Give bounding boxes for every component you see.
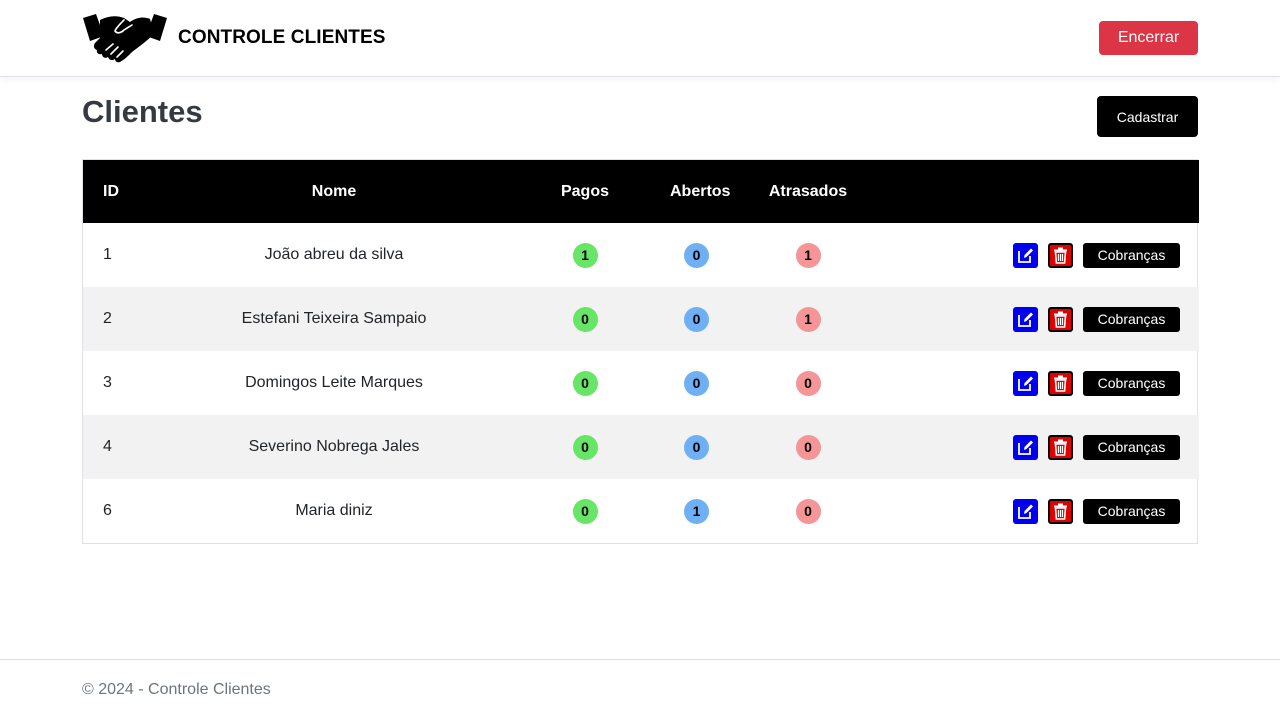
cell-nome: Severino Nobrega Jales — [248, 438, 420, 455]
brand[interactable]: CONTROLE CLIENTES — [82, 12, 386, 64]
footer-copyright: © 2024 - Controle Clientes — [82, 681, 271, 698]
trash-icon[interactable] — [1048, 498, 1073, 524]
table-row: 1 João abreu da silva 1 0 1 Cobranças — [83, 223, 1199, 287]
abertos-badge: 1 — [684, 498, 709, 524]
cobrancas-button[interactable]: Cobranças — [1083, 306, 1180, 332]
handshake-icon — [82, 12, 168, 64]
cobrancas-button[interactable]: Cobranças — [1083, 498, 1180, 524]
pagos-badge: 1 — [572, 242, 598, 268]
trash-icon[interactable] — [1048, 242, 1073, 268]
trash-icon[interactable] — [1048, 306, 1073, 332]
header-id: ID — [103, 182, 119, 200]
cobrancas-button[interactable]: Cobranças — [1083, 434, 1180, 460]
header-nome: Nome — [311, 182, 357, 200]
edit-icon[interactable] — [1013, 434, 1038, 460]
table-header-row: ID Nome Pagos Abertos Atrasados — [83, 160, 1199, 223]
table-row: 4 Severino Nobrega Jales 0 0 0 Cobranças — [83, 415, 1199, 479]
atrasados-badge: 0 — [795, 498, 821, 524]
trash-icon[interactable] — [1048, 434, 1073, 460]
atrasados-badge: 1 — [795, 242, 821, 268]
cobrancas-button[interactable]: Cobranças — [1083, 242, 1180, 268]
navbar: CONTROLE CLIENTES Encerrar — [0, 0, 1280, 77]
cell-nome: Estefani Teixeira Sampaio — [241, 310, 427, 327]
edit-icon[interactable] — [1013, 306, 1038, 332]
logout-button[interactable]: Encerrar — [1099, 21, 1198, 55]
edit-icon[interactable] — [1013, 370, 1038, 396]
cell-id: 1 — [103, 246, 112, 263]
row-actions: Cobranças — [893, 370, 1199, 396]
pagos-badge: 0 — [572, 498, 598, 524]
brand-name: CONTROLE CLIENTES — [178, 27, 386, 48]
pagos-badge: 0 — [572, 370, 598, 396]
atrasados-badge: 0 — [795, 370, 821, 396]
edit-icon[interactable] — [1013, 242, 1038, 268]
row-actions: Cobranças — [893, 306, 1199, 332]
create-client-button[interactable]: Cadastrar — [1097, 96, 1198, 137]
table-row: 6 Maria diniz 0 1 0 Cobranças — [83, 479, 1199, 543]
atrasados-badge: 0 — [795, 434, 821, 460]
header-atrasados: Atrasados — [768, 182, 848, 200]
cell-nome: Domingos Leite Marques — [245, 374, 423, 391]
pagos-badge: 0 — [572, 306, 598, 332]
page-title: Clientes — [82, 94, 203, 129]
clients-table: ID Nome Pagos Abertos Atrasados 1 João a… — [82, 159, 1199, 544]
abertos-badge: 0 — [684, 434, 709, 460]
cell-nome: João abreu da silva — [264, 246, 404, 263]
row-actions: Cobranças — [893, 242, 1199, 268]
header-actions — [893, 160, 1199, 223]
table-body: 1 João abreu da silva 1 0 1 Cobranças 2 … — [83, 223, 1199, 543]
abertos-badge: 0 — [684, 242, 709, 268]
header-abertos: Abertos — [670, 182, 731, 200]
trash-icon[interactable] — [1048, 370, 1073, 396]
cobrancas-button[interactable]: Cobranças — [1083, 370, 1180, 396]
footer: © 2024 - Controle Clientes — [0, 659, 1280, 720]
cell-nome: Maria diniz — [295, 502, 373, 519]
cell-id: 6 — [103, 502, 112, 519]
table-row: 3 Domingos Leite Marques 0 0 0 Cobranças — [83, 351, 1199, 415]
row-actions: Cobranças — [893, 498, 1199, 524]
header-pagos: Pagos — [560, 182, 609, 200]
cell-id: 4 — [103, 438, 112, 455]
abertos-badge: 0 — [684, 306, 709, 332]
atrasados-badge: 1 — [795, 306, 821, 332]
abertos-badge: 0 — [684, 370, 709, 396]
cell-id: 3 — [103, 374, 112, 391]
row-actions: Cobranças — [893, 434, 1199, 460]
table-row: 2 Estefani Teixeira Sampaio 0 0 1 Cobran… — [83, 287, 1199, 351]
pagos-badge: 0 — [572, 434, 598, 460]
cell-id: 2 — [103, 310, 112, 327]
edit-icon[interactable] — [1013, 498, 1038, 524]
